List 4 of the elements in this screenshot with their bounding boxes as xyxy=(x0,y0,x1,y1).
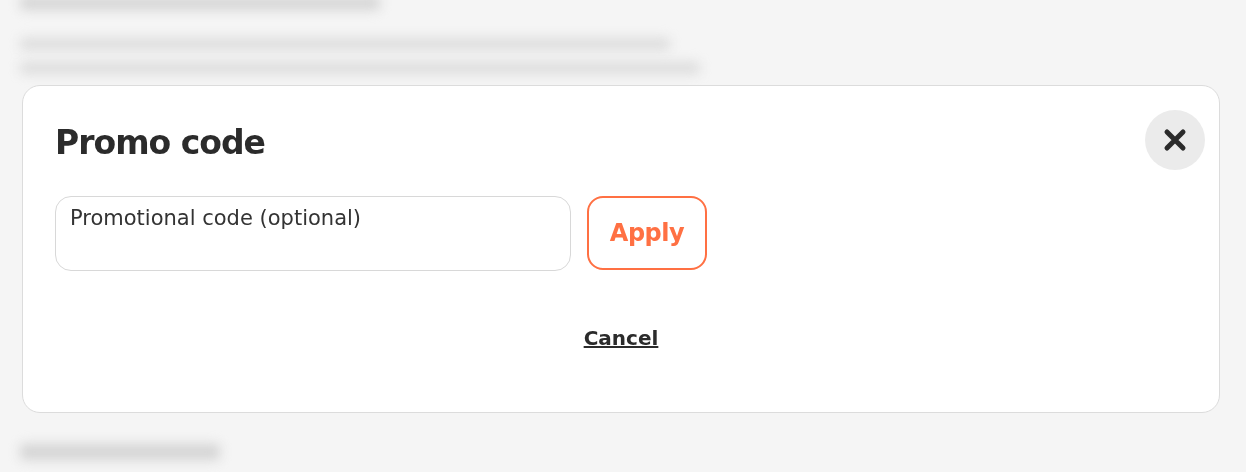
close-icon xyxy=(1163,128,1187,152)
promo-code-field[interactable]: Promotional code (optional) xyxy=(55,196,571,271)
dialog-title: Promo code xyxy=(55,122,265,164)
cancel-link[interactable]: Cancel xyxy=(583,323,659,353)
